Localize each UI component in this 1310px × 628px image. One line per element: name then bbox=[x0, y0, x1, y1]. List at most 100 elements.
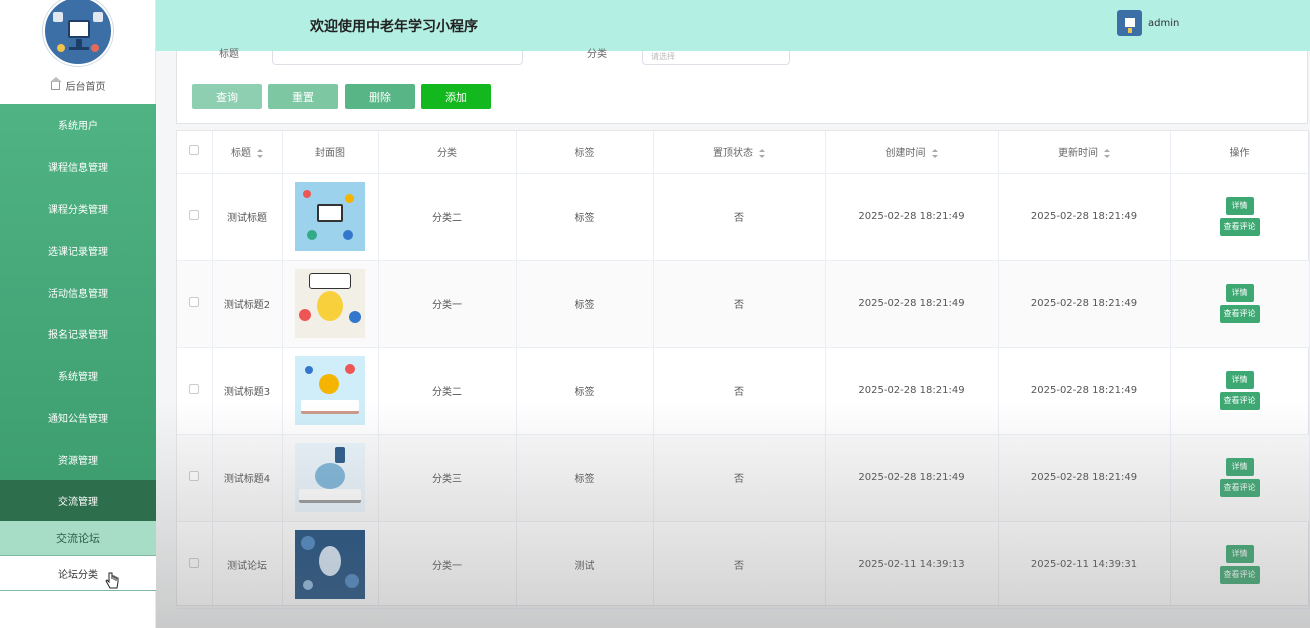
username[interactable]: admin bbox=[1148, 18, 1179, 29]
sidebar-item-communication[interactable]: 交流管理 bbox=[0, 480, 156, 521]
table-row: 测试标题 分类二 标签 否 2025-02-28 18:21:49 2025-0… bbox=[177, 173, 1310, 261]
detail-button[interactable]: 详情 bbox=[1225, 371, 1254, 389]
cell-updated: 2025-02-28 18:21:49 bbox=[998, 347, 1171, 435]
sidebar: 后台首页 系统用户 课程信息管理 课程分类管理 选课记录管理 活动信息管理 报名… bbox=[0, 0, 156, 628]
col-created[interactable]: 创建时间 bbox=[825, 131, 999, 174]
sidebar-item-registrations[interactable]: 报名记录管理 bbox=[0, 313, 156, 355]
sidebar-menu: 系统用户 课程信息管理 课程分类管理 选课记录管理 活动信息管理 报名记录管理 … bbox=[0, 104, 156, 480]
sort-icon[interactable] bbox=[931, 148, 938, 158]
app-logo bbox=[43, 0, 113, 66]
sidebar-item-enrollments[interactable]: 选课记录管理 bbox=[0, 229, 156, 271]
delete-button[interactable]: 删除 bbox=[345, 84, 415, 109]
data-table: 标题 封面图 分类 标签 置顶状态 创建时间 更新时间 操作 测试标题 分类二 … bbox=[176, 130, 1310, 609]
cell-pinned: 否 bbox=[653, 521, 826, 609]
cell-tag: 标签 bbox=[516, 173, 654, 261]
cell-created: 2025-02-28 18:21:49 bbox=[825, 173, 999, 261]
sidebar-subitem-forum[interactable]: 交流论坛 bbox=[0, 521, 156, 556]
cell-created: 2025-02-11 14:39:13 bbox=[825, 521, 999, 609]
cell-title: 测试标题 bbox=[212, 173, 283, 261]
sidebar-item-system-users[interactable]: 系统用户 bbox=[0, 104, 156, 146]
cell-tag: 标签 bbox=[516, 260, 654, 348]
cell-tag: 标签 bbox=[516, 434, 654, 522]
title-search-input[interactable] bbox=[272, 51, 523, 65]
cell-pinned: 否 bbox=[653, 347, 826, 435]
col-cover: 封面图 bbox=[282, 131, 379, 174]
sidebar-subitem-forum-categories[interactable]: 论坛分类 bbox=[0, 556, 156, 591]
cell-updated: 2025-02-28 18:21:49 bbox=[998, 173, 1171, 261]
detail-button[interactable]: 详情 bbox=[1225, 545, 1254, 563]
home-link[interactable]: 后台首页 bbox=[0, 77, 156, 93]
cell-title: 测试标题3 bbox=[212, 347, 283, 435]
cell-category: 分类一 bbox=[378, 521, 517, 609]
cell-tag: 测试 bbox=[516, 521, 654, 609]
cover-image[interactable] bbox=[295, 356, 365, 425]
row-checkbox[interactable] bbox=[189, 558, 200, 568]
query-button[interactable]: 查询 bbox=[192, 84, 262, 109]
cell-title: 测试标题2 bbox=[212, 260, 283, 348]
sidebar-item-course-categories[interactable]: 课程分类管理 bbox=[0, 188, 156, 230]
cell-pinned: 否 bbox=[653, 434, 826, 522]
row-checkbox[interactable] bbox=[189, 210, 200, 220]
cell-category: 分类二 bbox=[378, 173, 517, 261]
cover-image[interactable] bbox=[295, 182, 365, 251]
title-filter-label: 标题 bbox=[219, 49, 239, 60]
detail-button[interactable]: 详情 bbox=[1225, 284, 1254, 302]
col-category: 分类 bbox=[378, 131, 517, 174]
sidebar-item-system[interactable]: 系统管理 bbox=[0, 355, 156, 397]
cell-updated: 2025-02-28 18:21:49 bbox=[998, 434, 1171, 522]
view-comments-button[interactable]: 查看评论 bbox=[1219, 479, 1260, 497]
detail-button[interactable]: 详情 bbox=[1225, 197, 1254, 215]
cell-created: 2025-02-28 18:21:49 bbox=[825, 347, 999, 435]
view-comments-button[interactable]: 查看评论 bbox=[1219, 392, 1260, 410]
cell-title: 测试标题4 bbox=[212, 434, 283, 522]
cell-updated: 2025-02-28 18:21:49 bbox=[998, 260, 1171, 348]
row-checkbox[interactable] bbox=[189, 297, 200, 307]
sidebar-item-activities[interactable]: 活动信息管理 bbox=[0, 271, 156, 313]
cell-pinned: 否 bbox=[653, 260, 826, 348]
view-comments-button[interactable]: 查看评论 bbox=[1219, 305, 1260, 323]
top-header: 欢迎使用中老年学习小程序 admin bbox=[156, 0, 1310, 51]
home-icon bbox=[49, 77, 62, 90]
table-row: 测试标题2 分类一 标签 否 2025-02-28 18:21:49 2025-… bbox=[177, 260, 1310, 348]
cell-category: 分类三 bbox=[378, 434, 517, 522]
add-button[interactable]: 添加 bbox=[421, 84, 491, 109]
cover-image[interactable] bbox=[295, 443, 365, 512]
view-comments-button[interactable]: 查看评论 bbox=[1219, 218, 1260, 236]
view-comments-button[interactable]: 查看评论 bbox=[1219, 566, 1260, 584]
sidebar-item-resources[interactable]: 资源管理 bbox=[0, 438, 156, 480]
cell-created: 2025-02-28 18:21:49 bbox=[825, 260, 999, 348]
avatar[interactable] bbox=[1117, 10, 1142, 36]
category-filter-label: 分类 bbox=[587, 49, 607, 60]
cell-category: 分类一 bbox=[378, 260, 517, 348]
cover-image[interactable] bbox=[295, 269, 365, 338]
category-select[interactable]: 请选择 bbox=[642, 51, 790, 65]
row-checkbox[interactable] bbox=[189, 471, 200, 481]
col-updated[interactable]: 更新时间 bbox=[998, 131, 1171, 174]
table-header-row: 标题 封面图 分类 标签 置顶状态 创建时间 更新时间 操作 bbox=[177, 131, 1310, 174]
reset-button[interactable]: 重置 bbox=[268, 84, 338, 109]
row-checkbox[interactable] bbox=[189, 384, 200, 394]
sidebar-item-courses[interactable]: 课程信息管理 bbox=[0, 146, 156, 188]
cell-category: 分类二 bbox=[378, 347, 517, 435]
logo-area: 后台首页 bbox=[0, 0, 155, 104]
detail-button[interactable]: 详情 bbox=[1225, 458, 1254, 476]
sort-icon[interactable] bbox=[257, 148, 263, 158]
col-pinned[interactable]: 置顶状态 bbox=[653, 131, 826, 174]
sort-icon[interactable] bbox=[759, 148, 765, 158]
sidebar-item-notices[interactable]: 通知公告管理 bbox=[0, 397, 156, 439]
cell-title: 测试论坛 bbox=[212, 521, 283, 609]
search-panel: 标题 分类 请选择 查询 重置 删除 添加 bbox=[176, 49, 1308, 124]
table-row: 测试论坛 分类一 测试 否 2025-02-11 14:39:13 2025-0… bbox=[177, 521, 1310, 609]
home-label: 后台首页 bbox=[65, 82, 106, 93]
table-row: 测试标题4 分类三 标签 否 2025-02-28 18:21:49 2025-… bbox=[177, 434, 1310, 522]
select-all-checkbox[interactable] bbox=[189, 145, 200, 156]
cover-image[interactable] bbox=[295, 530, 365, 599]
col-title[interactable]: 标题 bbox=[212, 131, 283, 174]
page-title: 欢迎使用中老年学习小程序 bbox=[310, 19, 478, 35]
hand-cursor-icon bbox=[105, 572, 119, 589]
col-tag: 标签 bbox=[516, 131, 654, 174]
table-row: 测试标题3 分类二 标签 否 2025-02-28 18:21:49 2025-… bbox=[177, 347, 1310, 435]
sort-icon[interactable] bbox=[1104, 148, 1110, 158]
cell-created: 2025-02-28 18:21:49 bbox=[825, 434, 999, 522]
cell-tag: 标签 bbox=[516, 347, 654, 435]
